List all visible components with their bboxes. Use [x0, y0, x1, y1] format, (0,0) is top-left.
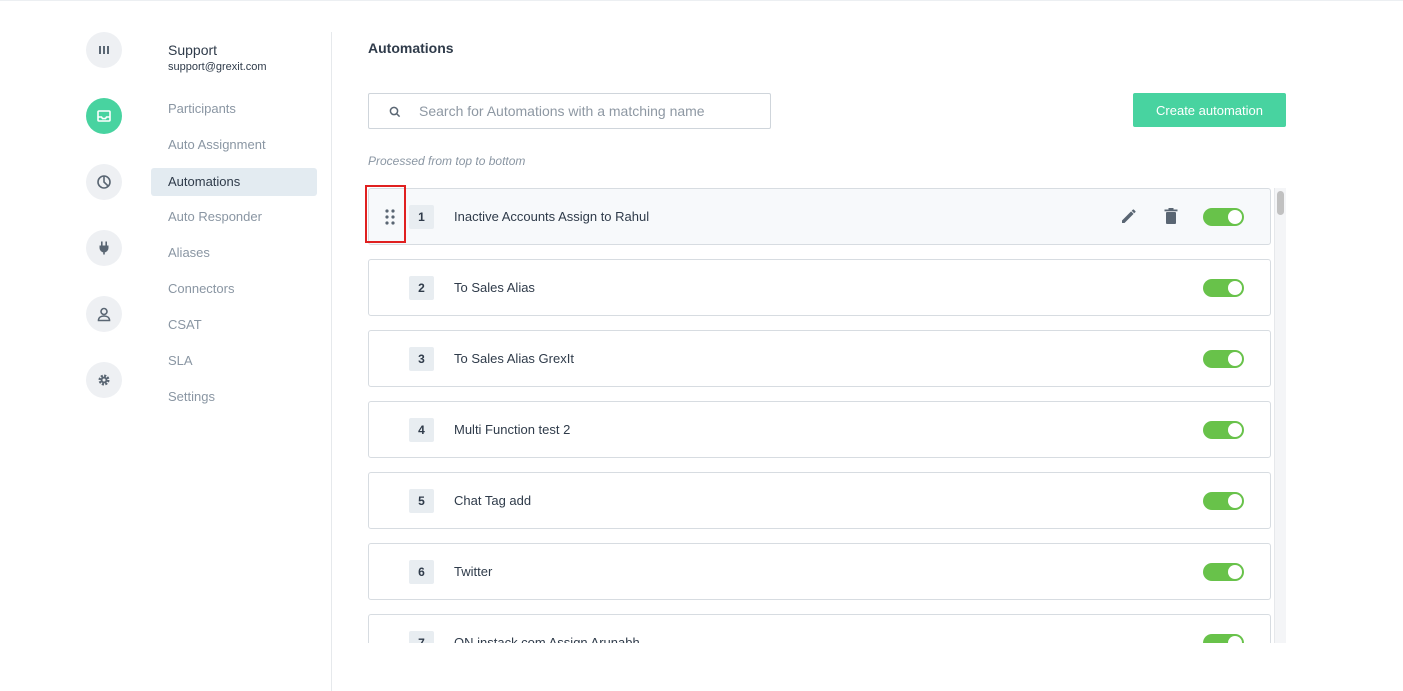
plug-icon — [99, 241, 109, 255]
team-email: support@grexit.com — [168, 61, 267, 73]
automation-name: Inactive Accounts Assign to Rahul — [454, 209, 650, 224]
automation-enabled-toggle[interactable] — [1203, 492, 1244, 510]
create-automation-button[interactable]: Create automation — [1133, 93, 1286, 127]
automation-enabled-toggle[interactable] — [1203, 350, 1244, 368]
nav-item-settings[interactable]: Settings — [151, 383, 317, 411]
page-title: Automations — [368, 40, 454, 56]
automation-name: To Sales Alias — [454, 280, 535, 295]
bar-chart-icon — [99, 46, 109, 54]
automation-row[interactable]: 6 Twitter — [368, 543, 1271, 600]
drag-handle-icon[interactable] — [385, 208, 395, 226]
automation-enabled-toggle[interactable] — [1203, 208, 1244, 226]
automation-name: Chat Tag add — [454, 493, 532, 508]
search-box — [368, 93, 771, 129]
edit-automation-button[interactable] — [1118, 205, 1140, 227]
search-input[interactable] — [419, 94, 764, 128]
automation-list-viewport: 1 Inactive Accounts Assign to Rahul 2 To… — [368, 188, 1288, 643]
reports-nav-button[interactable] — [86, 32, 122, 68]
delete-automation-button[interactable] — [1160, 205, 1182, 227]
automation-row[interactable]: 3 To Sales Alias GrexIt — [368, 330, 1271, 387]
automation-order-number: 2 — [409, 276, 434, 300]
team-name: Support — [168, 42, 218, 58]
automation-order-number: 7 — [409, 631, 434, 643]
integrations-nav-button[interactable] — [86, 230, 122, 266]
automation-order-number: 3 — [409, 347, 434, 371]
pencil-icon — [1122, 209, 1136, 223]
automation-enabled-toggle[interactable] — [1203, 279, 1244, 297]
inbox-icon — [97, 110, 111, 122]
pie-chart-icon — [97, 175, 111, 189]
search-icon — [389, 106, 401, 118]
automation-row[interactable]: 4 Multi Function test 2 — [368, 401, 1271, 458]
automation-order-number: 4 — [409, 418, 434, 442]
automation-row[interactable]: 2 To Sales Alias — [368, 259, 1271, 316]
automation-row[interactable]: 1 Inactive Accounts Assign to Rahul — [368, 188, 1271, 245]
trash-icon — [1164, 208, 1178, 224]
automation-enabled-toggle[interactable] — [1203, 421, 1244, 439]
automation-order-number: 1 — [409, 205, 434, 229]
nav-item-auto-responder[interactable]: Auto Responder — [151, 203, 317, 231]
scrollbar-thumb[interactable] — [1277, 191, 1284, 215]
settings-nav-button[interactable] — [86, 362, 122, 398]
nav-item-connectors[interactable]: Connectors — [151, 275, 317, 303]
nav-item-auto-assignment[interactable]: Auto Assignment — [151, 131, 317, 159]
automation-enabled-toggle[interactable] — [1203, 634, 1244, 643]
automation-name: Twitter — [454, 564, 493, 579]
analytics-nav-button[interactable] — [86, 164, 122, 200]
automation-row[interactable]: 5 Chat Tag add — [368, 472, 1271, 529]
nav-item-sla[interactable]: SLA — [151, 347, 317, 375]
inbox-nav-button[interactable] — [86, 98, 122, 134]
automation-name: ON instack.com Assign Arunabh — [454, 635, 640, 643]
automation-order-number: 6 — [409, 560, 434, 584]
nav-item-automations[interactable]: Automations — [151, 168, 317, 196]
automation-order-number: 5 — [409, 489, 434, 513]
automation-name: To Sales Alias GrexIt — [454, 351, 574, 366]
team-settings-nav: Support support@grexit.com Participants … — [151, 32, 332, 691]
list-scrollbar[interactable] — [1274, 188, 1286, 643]
icon-rail — [86, 32, 124, 428]
user-icon — [97, 307, 111, 322]
nav-item-aliases[interactable]: Aliases — [151, 239, 317, 267]
top-border — [0, 0, 1403, 1]
nav-item-participants[interactable]: Participants — [151, 95, 317, 123]
nav-item-csat[interactable]: CSAT — [151, 311, 317, 339]
users-nav-button[interactable] — [86, 296, 122, 332]
automation-enabled-toggle[interactable] — [1203, 563, 1244, 581]
automation-row[interactable]: 7 ON instack.com Assign Arunabh — [368, 614, 1271, 643]
gear-icon — [98, 374, 110, 386]
automation-name: Multi Function test 2 — [454, 422, 571, 437]
processing-order-hint: Processed from top to bottom — [368, 154, 526, 168]
